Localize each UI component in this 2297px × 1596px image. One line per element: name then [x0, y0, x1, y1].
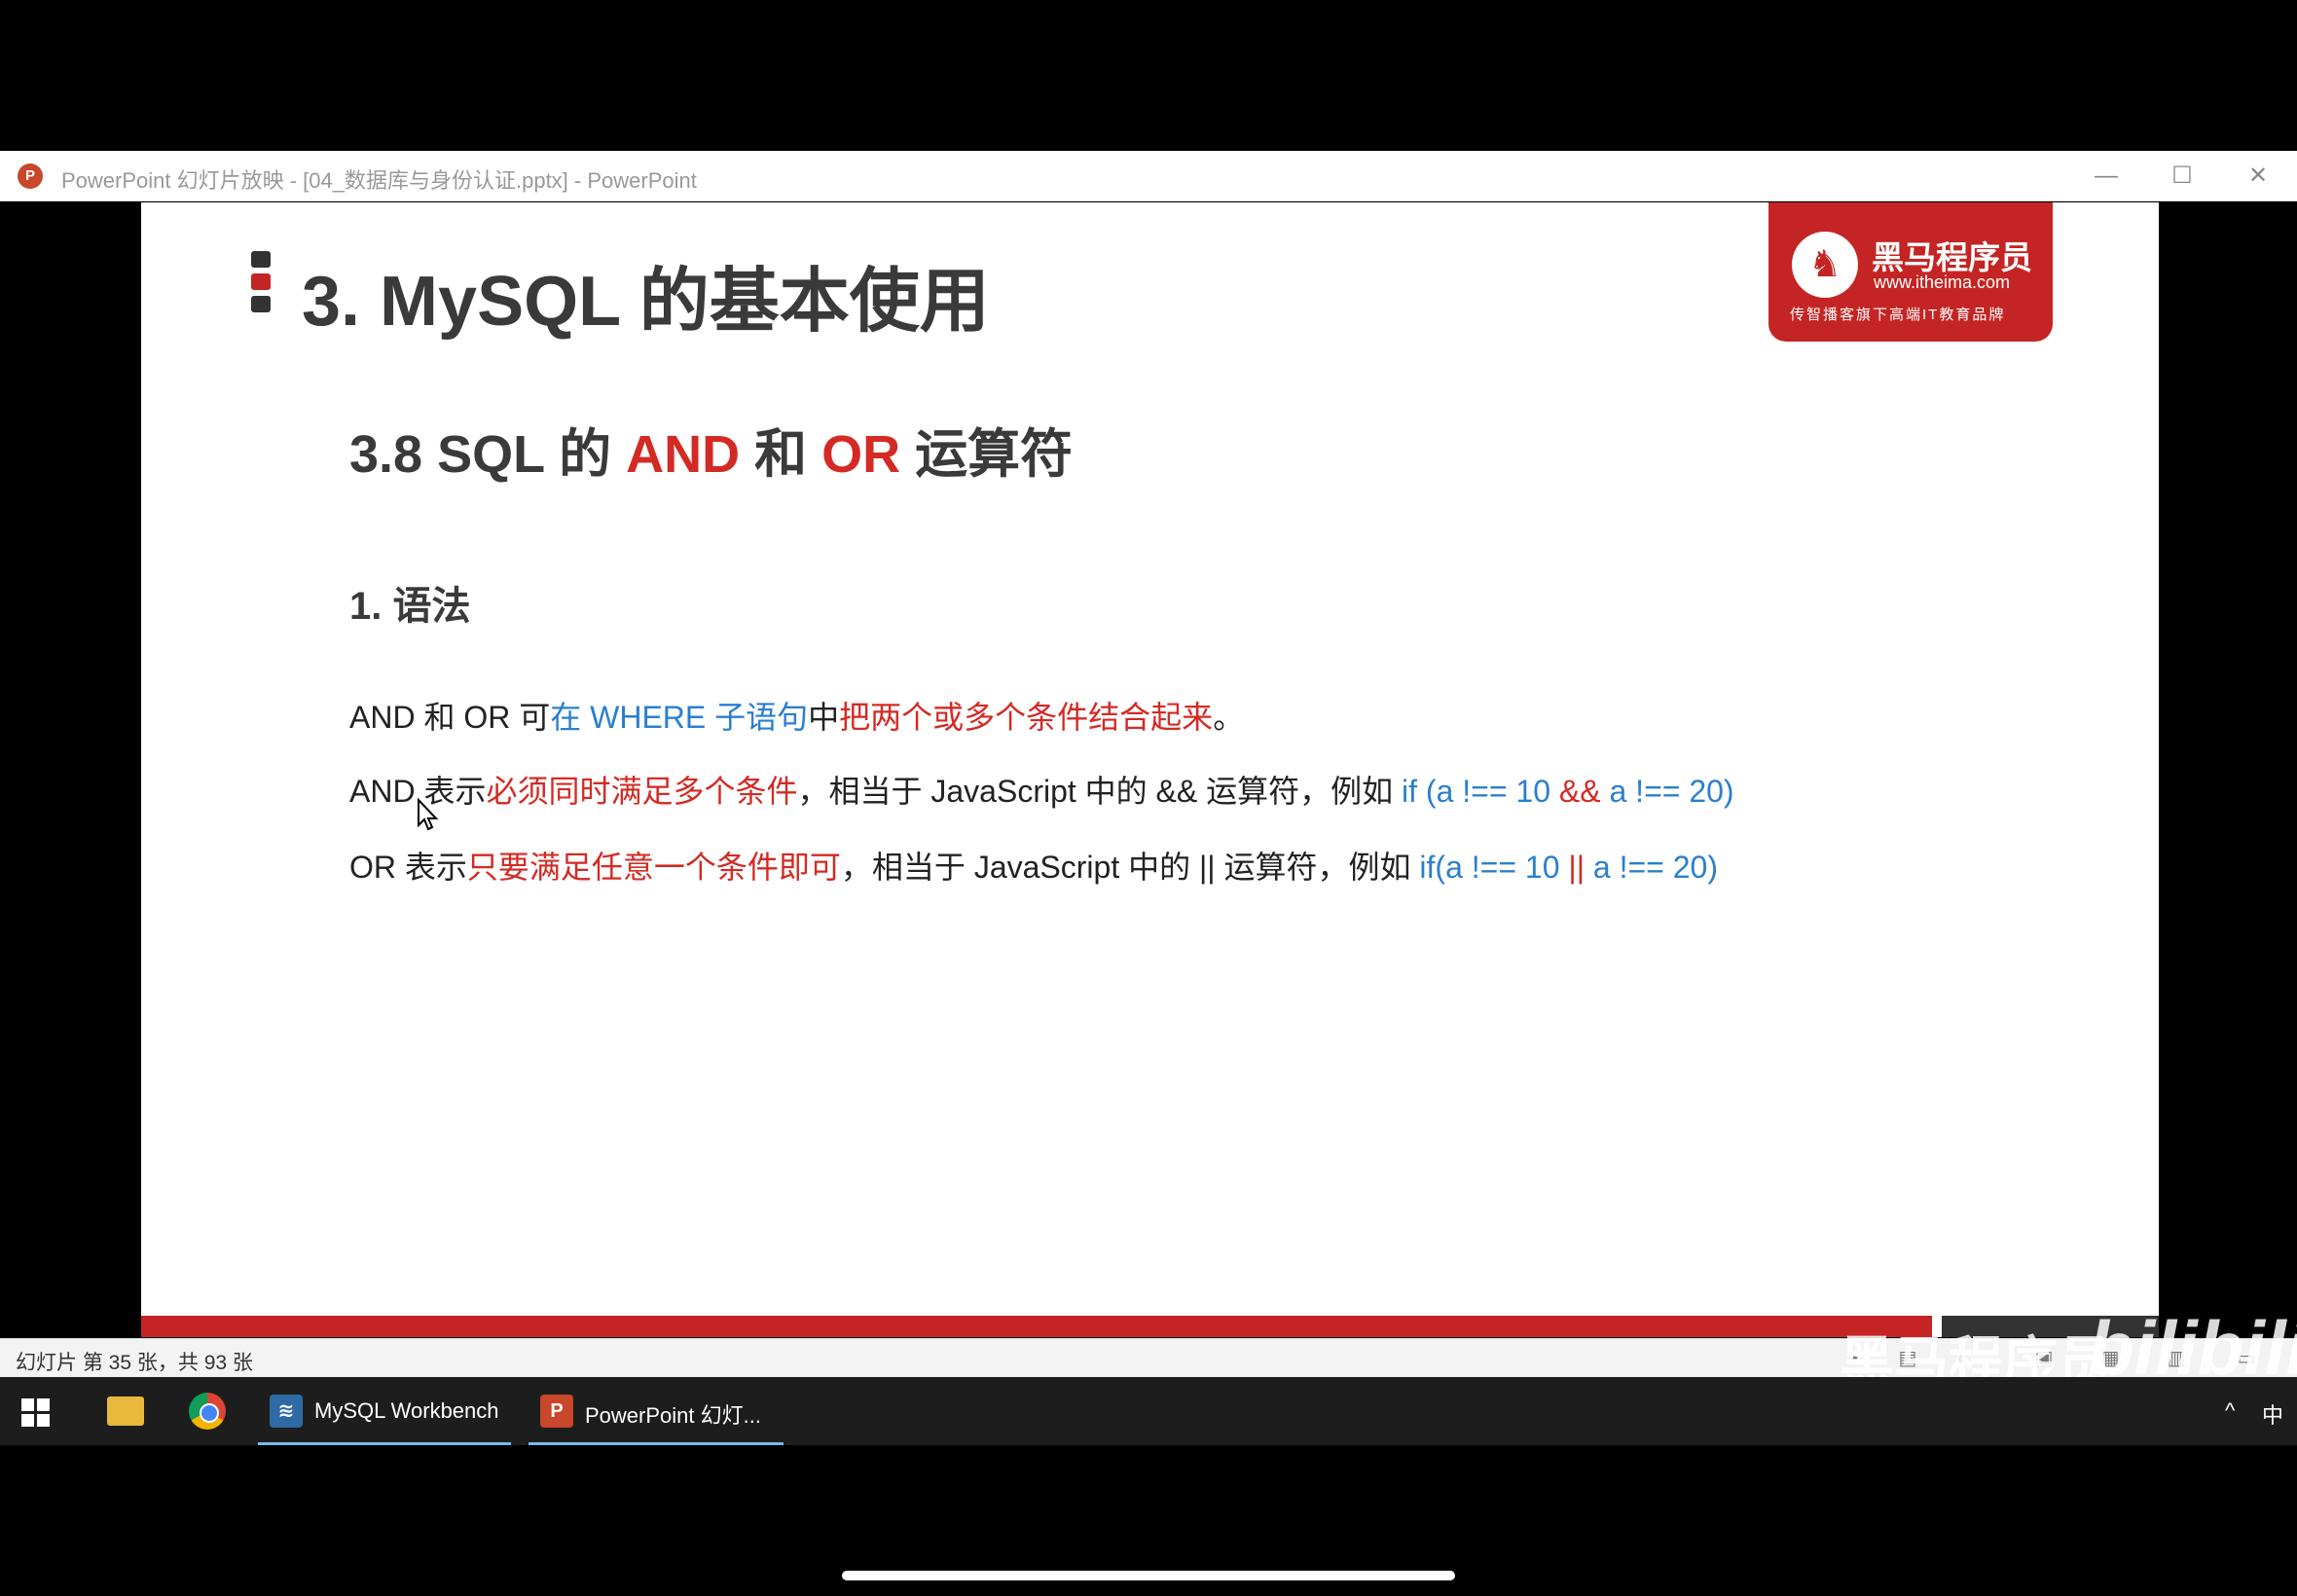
- windows-start-icon[interactable]: [21, 1398, 51, 1428]
- syntax-line-2: AND 表示必须同时满足多个条件，相当于 JavaScript 中的 && 运算…: [349, 767, 1734, 812]
- syntax-line-3: OR 表示只要满足任意一个条件即可，相当于 JavaScript 中的 || 运…: [349, 843, 1718, 888]
- taskbar-app-label: PowerPoint 幻灯...: [585, 1403, 761, 1428]
- window-title: PowerPoint 幻灯片放映 - [04_数据库与身份认证.pptx] - …: [61, 168, 697, 193]
- close-button[interactable]: ✕: [2237, 159, 2279, 194]
- subtitle-and: AND: [626, 425, 741, 484]
- powerpoint-icon: P: [18, 163, 43, 189]
- line3-f: a !== 20): [1585, 850, 1718, 885]
- logo-slogan: 传智播客旗下高端IT教育品牌: [1790, 307, 2006, 323]
- line3-e: ||: [1568, 850, 1586, 885]
- slide-subtitle: 3.8 SQL 的 AND 和 OR 运算符: [349, 411, 1073, 488]
- tray-expand-icon[interactable]: ^: [2225, 1398, 2235, 1424]
- mysql-workbench-icon: ≋: [270, 1395, 303, 1428]
- logo-url: www.itheima.com: [1874, 272, 2011, 292]
- section-heading: 1. 语法: [349, 585, 471, 628]
- home-indicator[interactable]: [842, 1571, 1455, 1580]
- line3-a: OR 表示: [349, 850, 467, 885]
- maximize-button[interactable]: ☐: [2161, 159, 2204, 194]
- ime-indicator[interactable]: 中: [2262, 1398, 2283, 1430]
- taskbar-mysql-workbench[interactable]: ≋ MySQL Workbench: [258, 1377, 511, 1445]
- taskbar-powerpoint[interactable]: P PowerPoint 幻灯...: [529, 1377, 784, 1445]
- line2-e: &&: [1558, 774, 1601, 809]
- slide-footer-bar: [141, 1316, 1932, 1337]
- file-explorer-icon[interactable]: [107, 1396, 144, 1426]
- line3-b: 只要满足任意一个条件即可: [466, 850, 841, 885]
- mouse-cursor-icon: [417, 797, 440, 836]
- chrome-icon[interactable]: [189, 1393, 226, 1430]
- line1-c: 中: [808, 700, 840, 735]
- line2-d: if (a !== 10: [1402, 774, 1559, 809]
- minimize-button[interactable]: —: [2085, 159, 2128, 194]
- subtitle-or: OR: [821, 425, 901, 484]
- brand-logo: ♞ 黑马程序员 www.itheima.com 传智播客旗下高端IT教育品牌: [1768, 202, 2053, 342]
- window-titlebar: P PowerPoint 幻灯片放映 - [04_数据库与身份认证.pptx] …: [0, 151, 2297, 201]
- line3-d: if(a !== 10: [1419, 850, 1569, 885]
- taskbar: ≋ MySQL Workbench P PowerPoint 幻灯... ^ 中: [0, 1377, 2297, 1445]
- line1-b: 在 WHERE 子语句: [550, 700, 809, 735]
- subtitle-suffix: 运算符: [900, 425, 1074, 484]
- line2-c: ，相当于 JavaScript 中的 && 运算符，例如: [797, 774, 1403, 809]
- slide-counter: 幻灯片 第 35 张，共 93 张: [16, 1352, 253, 1374]
- syntax-line-1: AND 和 OR 可在 WHERE 子语句中把两个或多个条件结合起来。: [349, 693, 1244, 738]
- title-marker-icon: [251, 251, 271, 313]
- logo-name: 黑马程序员: [1872, 239, 2032, 275]
- subtitle-prefix: 3.8 SQL 的: [349, 425, 627, 484]
- powerpoint-icon: P: [540, 1395, 573, 1428]
- subtitle-mid: 和: [740, 425, 822, 484]
- slide-title: 3. MySQL 的基本使用: [302, 263, 990, 341]
- line2-b: 必须同时满足多个条件: [486, 774, 798, 809]
- line2-f: a !== 20): [1600, 774, 1734, 809]
- line1-d: 把两个或多个条件结合起来: [839, 700, 1214, 735]
- line1-e: 。: [1213, 700, 1245, 735]
- taskbar-app-label: MySQL Workbench: [314, 1398, 499, 1423]
- line3-c: ，相当于 JavaScript 中的 || 运算符，例如: [840, 850, 1420, 885]
- slide[interactable]: 3. MySQL 的基本使用 ♞ 黑马程序员 www.itheima.com 传…: [141, 202, 2159, 1337]
- horse-logo-icon: ♞: [1792, 232, 1858, 298]
- line1-a: AND 和 OR 可: [349, 700, 551, 735]
